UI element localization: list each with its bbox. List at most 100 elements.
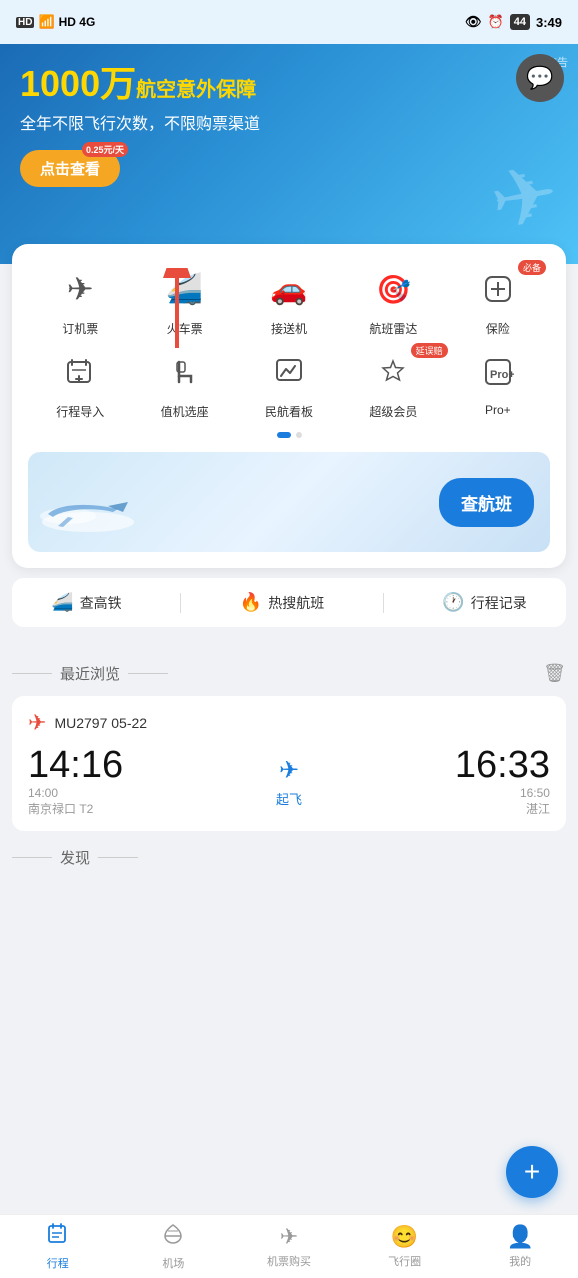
bottom-navigation: 行程 机场 ✈ 机票购买 😊 飞行圈 👤 我的 — [0, 1214, 578, 1278]
seat-select-label: 值机选座 — [161, 403, 209, 420]
flight-middle: ✈ 起飞 — [276, 756, 302, 808]
insurance-label: 保险 — [486, 320, 510, 337]
airline-logo-icon: ✈ — [28, 710, 46, 736]
civil-board-label: 民航看板 — [265, 403, 313, 420]
alarm-icon: ⏰ — [488, 14, 504, 30]
service-pro-plus[interactable]: Pro+ Pro+ — [446, 347, 550, 420]
train-label: 火车票 — [167, 320, 203, 337]
delay-badge: 延误赔 — [411, 343, 448, 358]
flight-direction-icon: ✈ — [279, 756, 299, 785]
departure-time: 14:16 — [28, 746, 123, 784]
nav-item-mine[interactable]: 👤 我的 — [462, 1224, 578, 1269]
trip-record-label: 行程记录 — [471, 593, 527, 613]
flight-search-banner[interactable]: 查航班 — [28, 452, 550, 552]
service-book-flight[interactable]: ✈ 订机票 — [28, 264, 132, 337]
search-flight-button[interactable]: 查航班 — [439, 478, 534, 527]
nav-item-fly-circle[interactable]: 😊 飞行圈 — [347, 1224, 463, 1269]
vip-icon — [368, 347, 418, 397]
arrival-airport: 湛江 — [455, 800, 550, 817]
signal-text: HD 4G — [59, 15, 96, 29]
transfer-label: 接送机 — [271, 320, 307, 337]
discover-section: 发现 — [0, 847, 578, 896]
quick-trip-record[interactable]: 🕐 行程记录 — [442, 592, 526, 613]
hot-flights-label: 热搜航班 — [268, 593, 324, 613]
quick-actions-bar: 🚄 查高铁 🔥 热搜航班 🕐 行程记录 — [12, 578, 566, 627]
banner-title: 1000万航空意外保障 — [20, 64, 558, 104]
status-right: 👁 ⏰ 44 3:49 — [465, 14, 562, 30]
service-seat-select[interactable]: 值机选座 — [132, 347, 236, 420]
pro-plus-label: Pro+ — [485, 403, 511, 417]
arrival-time: 16:33 — [455, 746, 550, 784]
banner-subtitle: 全年不限飞行次数，不限购票渠道 — [20, 110, 558, 134]
nav-item-trip[interactable]: 行程 — [0, 1222, 116, 1271]
book-flight-icon: ✈ — [55, 264, 105, 314]
recent-browse-card[interactable]: ✈ MU2797 05-22 14:16 14:00 南京禄口 T2 ✈ 起飞 … — [12, 696, 566, 831]
bottom-spacer — [0, 896, 578, 976]
dot-1 — [277, 432, 291, 438]
train-icon: 🚄 — [160, 264, 210, 314]
pro-plus-icon: Pro+ — [473, 347, 523, 397]
must-have-badge: 必备 — [518, 260, 546, 275]
fly-circle-nav-icon: 😊 — [391, 1224, 418, 1250]
divider-1 — [180, 593, 181, 613]
hd-badge: HD — [16, 17, 34, 28]
chat-icon: 💬 — [526, 65, 553, 91]
arrival-block: 16:33 16:50 湛江 — [455, 746, 550, 817]
plus-icon: + — [524, 1156, 540, 1188]
civil-board-icon — [264, 347, 314, 397]
flight-time-row: 14:16 14:00 南京禄口 T2 ✈ 起飞 16:33 16:50 湛江 — [28, 746, 550, 817]
mine-nav-icon: 👤 — [506, 1224, 533, 1250]
status-bar: HD 📶 HD 4G 👁 ⏰ 44 3:49 — [0, 0, 578, 44]
quick-hot-flights[interactable]: 🔥 热搜航班 — [240, 592, 324, 613]
add-fab-button[interactable]: + — [506, 1146, 558, 1198]
transfer-icon: 🚗 — [264, 264, 314, 314]
train-quick-icon: 🚄 — [51, 592, 73, 613]
eye-icon: 👁 — [465, 14, 482, 30]
flight-number-text: MU2797 05-22 — [54, 715, 147, 731]
check-train-label: 查高铁 — [80, 593, 122, 613]
chat-button[interactable]: 💬 — [516, 54, 564, 102]
battery-indicator: 44 — [510, 14, 530, 30]
itinerary-import-label: 行程导入 — [56, 403, 104, 420]
buy-ticket-nav-label: 机票购买 — [267, 1253, 311, 1269]
service-civil-board[interactable]: 民航看板 — [237, 347, 341, 420]
price-badge: 0.25元/天 — [82, 142, 128, 157]
takeoff-status: 起飞 — [276, 789, 302, 808]
arrival-sub-time: 16:50 — [455, 786, 550, 800]
spacer-1 — [0, 627, 578, 647]
service-vip[interactable]: 延误赔 超级会员 — [341, 347, 445, 420]
quick-check-train[interactable]: 🚄 查高铁 — [51, 592, 121, 613]
flight-number-row: ✈ MU2797 05-22 — [28, 710, 550, 736]
radar-icon: 🎯 — [368, 264, 418, 314]
service-train[interactable]: 🚄 火车票 — [132, 264, 236, 337]
nav-item-buy-ticket[interactable]: ✈ 机票购买 — [231, 1224, 347, 1269]
network-icon: 📶 — [38, 14, 54, 30]
banner-plane — [38, 484, 158, 544]
service-radar[interactable]: 🎯 航班雷达 — [341, 264, 445, 337]
discover-title: 发现 — [12, 847, 138, 868]
page-indicator — [28, 432, 550, 438]
airport-nav-label: 机场 — [162, 1255, 184, 1271]
vip-label: 超级会员 — [369, 403, 417, 420]
dot-2 — [296, 432, 302, 438]
departure-sub-time: 14:00 — [28, 786, 123, 800]
clock-icon: 🕐 — [442, 592, 464, 613]
fly-circle-nav-label: 飞行圈 — [388, 1253, 421, 1269]
main-services-card: ✈ 订机票 🚄 火车票 🚗 接送机 🎯 航班雷达 必备 保险 — [12, 244, 566, 568]
trash-icon[interactable]: 🗑 — [543, 663, 566, 684]
service-transfer[interactable]: 🚗 接送机 — [237, 264, 341, 337]
trip-nav-label: 行程 — [47, 1255, 69, 1271]
departure-airport: 南京禄口 T2 — [28, 800, 123, 817]
svg-text:Pro+: Pro+ — [490, 369, 514, 381]
status-left: HD 📶 HD 4G — [16, 14, 95, 30]
service-insurance[interactable]: 必备 保险 — [446, 264, 550, 337]
radar-label: 航班雷达 — [369, 320, 417, 337]
airport-nav-icon — [161, 1222, 185, 1252]
service-itinerary-import[interactable]: 行程导入 — [28, 347, 132, 420]
promo-banner: 广告 1000万航空意外保障 全年不限飞行次数，不限购票渠道 点击查看 0.25… — [0, 44, 578, 264]
clock-time: 3:49 — [536, 15, 562, 30]
seat-select-icon — [160, 347, 210, 397]
quick-actions-section: 🚄 查高铁 🔥 热搜航班 🕐 行程记录 — [0, 578, 578, 627]
banner-cta-button[interactable]: 点击查看 0.25元/天 — [20, 150, 120, 187]
nav-item-airport[interactable]: 机场 — [116, 1222, 232, 1271]
